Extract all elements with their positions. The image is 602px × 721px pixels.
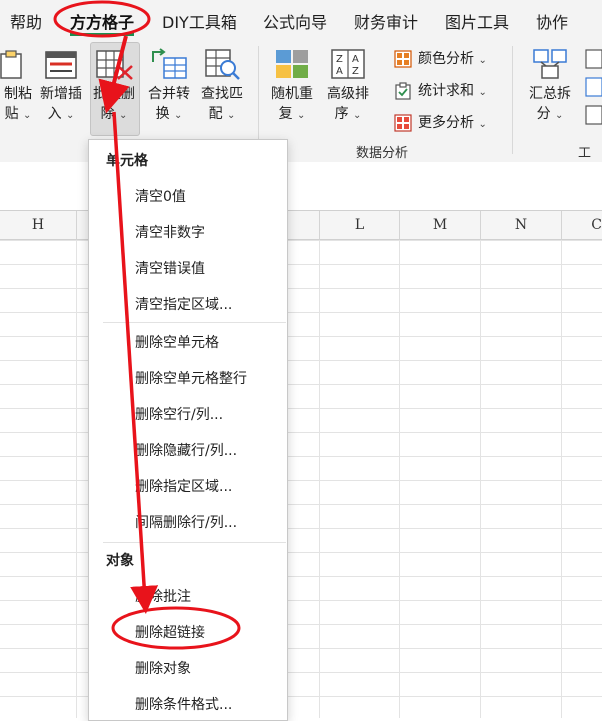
annotation-circle-tab — [53, 0, 151, 38]
annotation-arrow-to-item — [112, 111, 159, 614]
annotation-circle-hyperlink — [111, 606, 241, 650]
annotation-arrow-to-button — [98, 35, 130, 114]
annotation-overlay — [53, 0, 241, 650]
